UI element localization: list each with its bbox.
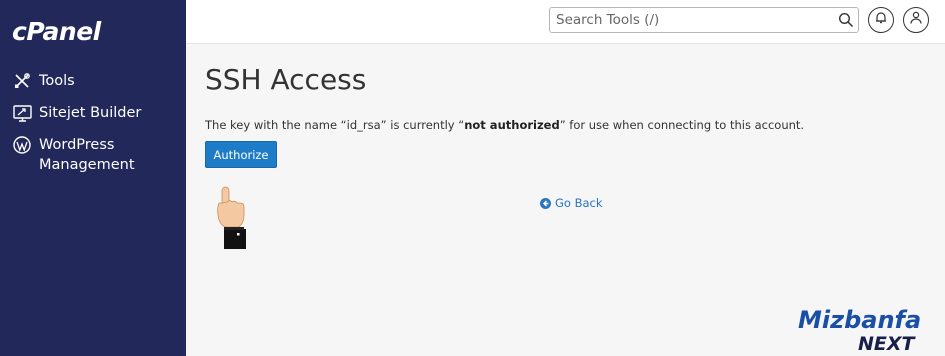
cpanel-logo[interactable]: cPanel — [12, 17, 101, 46]
tools-icon — [12, 71, 32, 91]
sidebar-item-tools[interactable]: Tools — [0, 66, 186, 96]
message-prefix: The key with the name “id_rsa” is curren… — [205, 118, 465, 132]
authorize-button[interactable]: Authorize — [205, 141, 277, 168]
sidebar-item-sitejet-builder[interactable]: Sitejet Builder — [0, 98, 186, 128]
pointing-hand-icon — [217, 186, 246, 249]
arrow-left-circle-icon — [540, 197, 551, 209]
watermark-line1: Mizbanfa — [798, 306, 921, 334]
sidebar-item-label: Sitejet Builder — [39, 105, 142, 121]
sidebar-item-label: Tools — [39, 73, 75, 89]
user-menu-button[interactable] — [903, 7, 929, 33]
bell-icon — [875, 11, 887, 29]
search-input[interactable] — [556, 11, 826, 29]
top-bar — [186, 0, 945, 44]
sitejet-icon — [12, 103, 32, 123]
mizbanfa-watermark-logo: Mizbanfa NEXT — [798, 306, 921, 354]
page-title: SSH Access — [205, 63, 367, 96]
notifications-button[interactable] — [868, 7, 894, 33]
search-icon[interactable] — [838, 12, 854, 28]
authorization-message: The key with the name “id_rsa” is curren… — [205, 118, 804, 132]
go-back-link[interactable]: Go Back — [540, 196, 603, 210]
wordpress-icon — [12, 135, 32, 155]
go-back-label: Go Back — [555, 196, 603, 210]
sidebar-item-wordpress-management[interactable]: WordPress Management — [0, 130, 186, 180]
search-box — [549, 7, 859, 33]
message-suffix: ” for use when connecting to this accoun… — [559, 118, 805, 132]
watermark-line2: NEXT — [858, 333, 917, 354]
authorization-status: not authorized — [464, 118, 560, 132]
sidebar-nav: Tools Sitejet Builder WordPress Manageme… — [0, 66, 186, 182]
sidebar-item-label: WordPress Management — [39, 137, 135, 173]
sidebar: cPanel Tools Sitejet Builder WordPress M… — [0, 0, 186, 356]
user-icon — [910, 11, 922, 29]
